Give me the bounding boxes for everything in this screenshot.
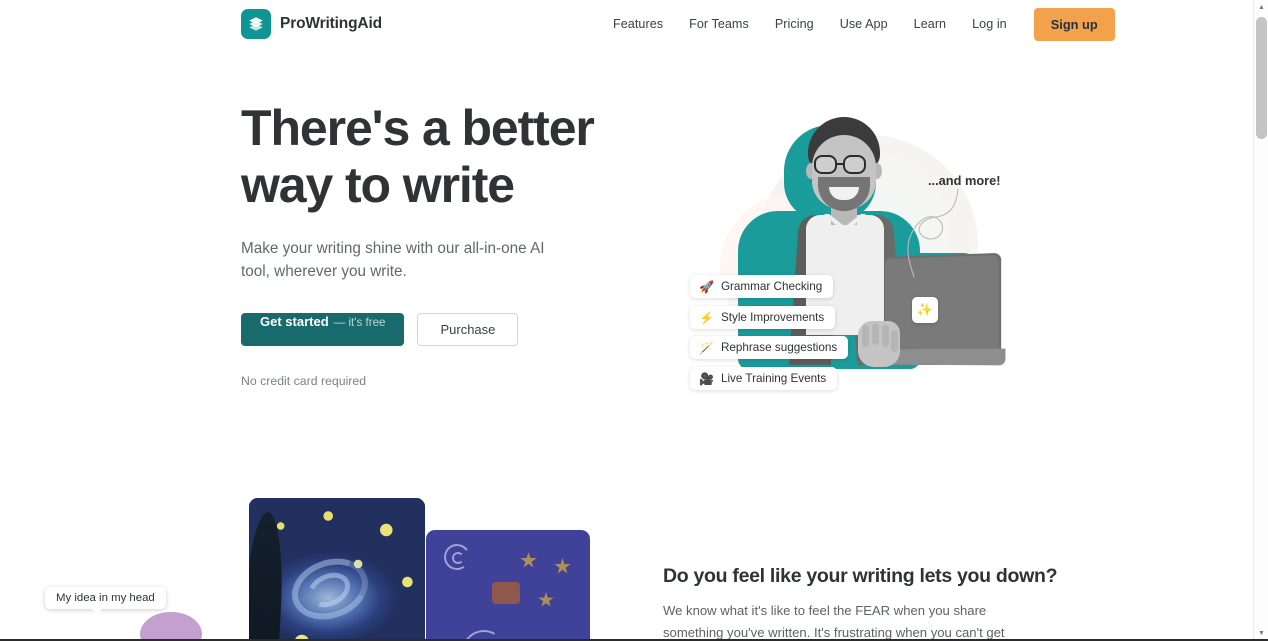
page-scrollbar[interactable]: ▲ ▼ bbox=[1253, 0, 1268, 641]
no-credit-card-note: No credit card required bbox=[241, 374, 367, 388]
sign-up-button[interactable]: Sign up bbox=[1033, 7, 1115, 41]
hero-title-line-1: There's a better bbox=[241, 100, 595, 156]
feature-label: Rephrase suggestions bbox=[720, 341, 838, 354]
starry-night-image bbox=[249, 498, 425, 641]
section2-body: We know what it's like to feel the FEAR … bbox=[663, 603, 1005, 640]
nav-item-log-in[interactable]: Log in bbox=[959, 11, 1020, 37]
stacked-pages-logo-icon bbox=[241, 9, 271, 39]
brand-logo-link[interactable]: ProWritingAid bbox=[241, 9, 382, 39]
purchase-button[interactable]: Purchase bbox=[417, 313, 519, 346]
nav-item-use-app[interactable]: Use App bbox=[827, 11, 901, 37]
my-idea-label: My idea in my head bbox=[45, 587, 166, 614]
section2-copy: Do you feel like your writing lets you d… bbox=[663, 563, 1063, 641]
sketch-star bbox=[520, 552, 537, 568]
finger bbox=[882, 325, 889, 347]
nav-item-pricing[interactable]: Pricing bbox=[762, 11, 827, 37]
writing-lets-you-down-section: My idea in my head Do you feel like your… bbox=[0, 470, 1253, 641]
nav-item-for-teams[interactable]: For Teams bbox=[676, 11, 762, 37]
feature-card-style-improvements: ⚡ Style Improvements bbox=[690, 306, 836, 329]
page-viewport: ProWritingAid Features For Teams Pricing… bbox=[0, 0, 1253, 641]
browser-page: ProWritingAid Features For Teams Pricing… bbox=[0, 0, 1268, 641]
sketch-star bbox=[554, 558, 571, 574]
finger bbox=[862, 325, 869, 347]
feature-card-grammar-checking: 🚀 Grammar Checking bbox=[690, 275, 834, 298]
sketch-star bbox=[538, 592, 554, 607]
main-navigation: Features For Teams Pricing Use App Learn… bbox=[600, 0, 1115, 48]
finger bbox=[891, 330, 898, 352]
glasses-lens-right bbox=[843, 155, 866, 174]
and-more-label: ...and more! bbox=[928, 173, 1001, 188]
lightning-icon: ⚡ bbox=[699, 310, 714, 325]
feature-card-live-training-events: 🎥 Live Training Events bbox=[690, 367, 838, 390]
brand-name: ProWritingAid bbox=[280, 15, 382, 32]
get-started-sublabel: — it's free bbox=[333, 316, 386, 329]
feature-label: Live Training Events bbox=[720, 372, 827, 385]
site-header: ProWritingAid Features For Teams Pricing… bbox=[0, 0, 1253, 48]
hero-title-line-2: way to write bbox=[241, 157, 515, 213]
magic-wand-icon: 🪄 bbox=[699, 340, 714, 355]
simple-sketch-image bbox=[426, 530, 590, 641]
scroll-up-arrow-icon[interactable]: ▲ bbox=[1254, 0, 1268, 15]
feature-label: Style Improvements bbox=[720, 311, 825, 324]
sparkles-card: ✨ bbox=[912, 297, 938, 323]
sketch-moon bbox=[492, 582, 520, 604]
hero-subtitle: Make your writing shine with our all-in-… bbox=[241, 240, 545, 280]
get-started-label: Get started bbox=[260, 314, 329, 329]
scrollbar-thumb[interactable] bbox=[1256, 17, 1267, 139]
nav-item-learn[interactable]: Learn bbox=[901, 11, 959, 37]
sketch-spiral bbox=[452, 552, 464, 564]
pointer-squiggle-icon bbox=[907, 188, 959, 278]
section2-title: Do you feel like your writing lets you d… bbox=[663, 565, 1058, 587]
feature-card-rephrase-suggestions: 🪄 Rephrase suggestions bbox=[690, 336, 849, 359]
glasses-lens-left bbox=[814, 155, 837, 174]
glasses-bridge bbox=[837, 163, 843, 166]
hero-cta-group: Get started — it's free Purchase bbox=[241, 313, 631, 346]
hand bbox=[858, 321, 900, 367]
hero-title: There's a better way to write bbox=[241, 100, 631, 214]
nav-item-features[interactable]: Features bbox=[600, 11, 676, 37]
purple-blob-shape bbox=[140, 612, 202, 641]
rocket-icon: 🚀 bbox=[699, 279, 714, 294]
sparkles-icon: ✨ bbox=[916, 302, 934, 317]
hero-copy: There's a better way to write Make your … bbox=[241, 100, 631, 388]
hero-illustration: 🚀 Grammar Checking ⚡ Style Improvements … bbox=[660, 103, 1030, 403]
feature-label: Grammar Checking bbox=[720, 280, 823, 293]
movie-camera-icon: 🎥 bbox=[699, 371, 714, 386]
hero-section: There's a better way to write Make your … bbox=[0, 48, 1253, 468]
get-started-button[interactable]: Get started — it's free bbox=[241, 313, 405, 346]
finger bbox=[872, 323, 879, 345]
